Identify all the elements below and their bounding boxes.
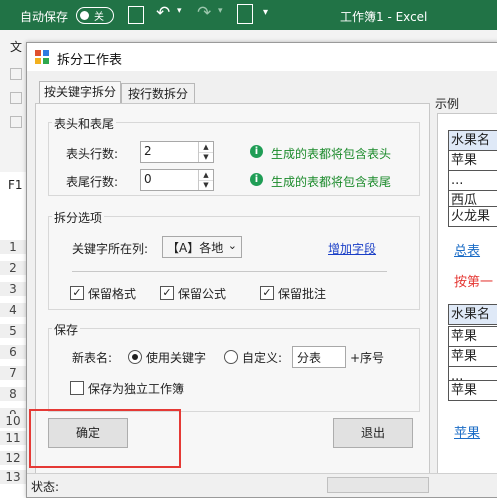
keep-formula-label[interactable]: 保留公式 [178, 285, 226, 302]
save-group-label: 保存 [52, 321, 81, 338]
sample-cell: ... [448, 170, 497, 191]
tab-row-split[interactable]: 按行数拆分 [121, 83, 195, 104]
window-title: 工作簿1 - Excel [340, 10, 428, 24]
footer-rows-stepper[interactable]: 0 ▲ ▼ [140, 169, 214, 191]
sample-cell: 苹果 [448, 380, 497, 401]
app-icon [35, 50, 49, 64]
excel-title-bar: 自动保存 关 ↶ ▾ ↷ ▾ ▾ 工作簿1 - Excel [0, 0, 497, 30]
new-file-icon[interactable] [237, 4, 253, 24]
ribbon-icon [10, 68, 22, 80]
menu-file[interactable]: 文 [10, 38, 22, 55]
sample-split-text: 按第一 [454, 275, 494, 290]
undo-dropdown-icon[interactable]: ▾ [177, 6, 182, 16]
key-column-label: 关键字所在列: [72, 242, 149, 256]
row-header[interactable]: 5 [0, 324, 26, 338]
header-rows-stepper[interactable]: 2 ▲ ▼ [140, 141, 214, 163]
key-column-value: 【A】各地 [167, 241, 224, 255]
row-header[interactable]: 10 [0, 414, 26, 428]
status-label: 状态: [31, 480, 60, 494]
split-sheet-dialog: 拆分工作表 按关键字拆分 按行数拆分 表头和表尾 表头行数: 2 ▲ ▼ i 生成… [26, 42, 497, 498]
header-rows-value: 2 [144, 144, 152, 158]
custom-name-input[interactable]: 分表 [292, 346, 346, 368]
key-column-select[interactable]: 【A】各地 ⌄ [162, 236, 242, 258]
sample-preview: 水果名 苹果 ... 西瓜 火龙果 总表 按第一 水果名 苹果 苹果 ... 苹… [437, 113, 497, 487]
sample-cell: 水果名 [448, 130, 497, 151]
suffix-label: +序号 [350, 351, 385, 365]
sample-sheet-tab: 总表 [454, 244, 481, 259]
customize-toolbar-icon[interactable]: ▾ [263, 7, 268, 18]
row-header[interactable]: 7 [0, 366, 26, 380]
progress-bar [327, 477, 429, 493]
row-header[interactable]: 4 [0, 303, 26, 317]
redo-icon: ↷ [197, 3, 212, 23]
highlight-box [29, 409, 181, 468]
row-header[interactable]: 3 [0, 282, 26, 296]
sample-sheet-tab: 苹果 [454, 426, 481, 441]
sample-label: 示例 [435, 97, 460, 111]
header-footer-group-label: 表头和表尾 [52, 115, 117, 132]
sample-cell: 苹果 [448, 150, 497, 171]
save-icon[interactable] [128, 6, 144, 24]
footer-rows-value: 0 [144, 172, 152, 186]
dialog-title-bar[interactable]: 拆分工作表 [27, 43, 497, 71]
add-field-link[interactable]: 增加字段 [328, 240, 376, 257]
autosave-state: 关 [94, 12, 104, 23]
exit-button[interactable]: 退出 [333, 418, 413, 448]
row-header[interactable]: 11 [0, 431, 26, 445]
use-keyword-label[interactable]: 使用关键字 [146, 349, 206, 366]
redo-dropdown-icon: ▾ [218, 6, 223, 16]
independent-book-label[interactable]: 保存为独立工作簿 [88, 380, 184, 397]
stepper-down-icon[interactable]: ▼ [199, 152, 213, 162]
autosave-label: 自动保存 [20, 10, 69, 24]
undo-icon[interactable]: ↶ [156, 3, 170, 23]
independent-book-checkbox[interactable] [70, 381, 84, 395]
save-group [48, 328, 420, 412]
status-bar: 状态: [27, 473, 497, 496]
keep-format-label[interactable]: 保留格式 [88, 285, 136, 302]
row-header[interactable]: 13 [0, 470, 26, 484]
chevron-down-icon: ⌄ [227, 239, 237, 252]
tab-keyword-split[interactable]: 按关键字拆分 [39, 81, 121, 104]
custom-name-value: 分表 [297, 351, 322, 365]
info-icon: i [250, 173, 263, 186]
ribbon-icon [10, 116, 22, 128]
autosave-toggle[interactable]: 关 [76, 7, 114, 24]
sample-cell: 苹果 [448, 326, 497, 347]
dialog-title: 拆分工作表 [57, 53, 123, 68]
sample-cell: 水果名 [448, 304, 497, 325]
divider [72, 271, 387, 272]
footer-hint: 生成的表都将包含表尾 [271, 175, 392, 189]
row-header[interactable]: 6 [0, 345, 26, 359]
ribbon-icon [10, 92, 22, 104]
custom-name-radio[interactable] [224, 350, 238, 364]
new-name-label: 新表名: [72, 351, 113, 365]
split-options-group-label: 拆分选项 [52, 209, 105, 226]
sample-cell: 苹果 [448, 346, 497, 367]
keep-formula-checkbox[interactable]: ✓ [160, 286, 174, 300]
name-box[interactable]: F1 [8, 178, 23, 192]
custom-name-label[interactable]: 自定义: [242, 349, 282, 366]
keep-comment-checkbox[interactable]: ✓ [260, 286, 274, 300]
header-hint: 生成的表都将包含表头 [271, 147, 392, 161]
keep-format-checkbox[interactable]: ✓ [70, 286, 84, 300]
row-header[interactable]: 2 [0, 261, 26, 275]
row-header[interactable]: 8 [0, 387, 26, 401]
row-header[interactable]: 12 [0, 451, 26, 465]
sample-cell: 火龙果 [448, 206, 497, 227]
use-keyword-radio[interactable] [128, 350, 142, 364]
info-icon: i [250, 145, 263, 158]
row-header[interactable]: 1 [0, 240, 26, 254]
stepper-down-icon[interactable]: ▼ [199, 180, 213, 190]
keep-comment-label[interactable]: 保留批注 [278, 285, 326, 302]
footer-rows-label: 表尾行数: [66, 175, 119, 189]
header-rows-label: 表头行数: [66, 147, 119, 161]
toggle-knob-icon [80, 11, 89, 20]
